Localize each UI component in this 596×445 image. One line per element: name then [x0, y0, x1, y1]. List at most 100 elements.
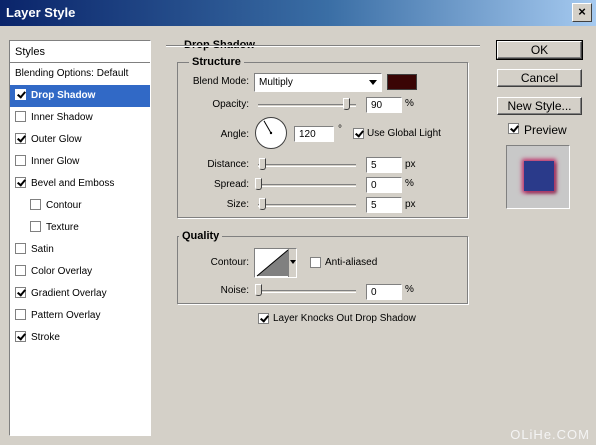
opacity-slider-thumb[interactable]: [343, 98, 351, 110]
size-unit: px: [405, 199, 416, 210]
ok-button[interactable]: OK: [496, 40, 583, 60]
contour-label: Contour:: [210, 257, 249, 268]
styles-item-checkbox[interactable]: [15, 89, 26, 100]
styles-item-label: Bevel and Emboss: [31, 178, 115, 189]
styles-item-gradient-overlay[interactable]: Gradient Overlay: [10, 283, 150, 305]
new-style-button[interactable]: New Style...: [497, 97, 582, 115]
shadow-color-swatch[interactable]: [387, 74, 417, 90]
dialog-body: Styles Blending Options: Default Drop Sha…: [0, 26, 596, 445]
chevron-down-icon: [369, 80, 377, 85]
use-global-light-label[interactable]: Use Global Light: [367, 128, 441, 139]
styles-item-checkbox[interactable]: [15, 243, 26, 254]
spread-input[interactable]: 0: [366, 177, 402, 193]
window-title: Layer Style: [6, 5, 76, 20]
anti-aliased-label[interactable]: Anti-aliased: [325, 257, 377, 268]
styles-item-checkbox[interactable]: [30, 221, 41, 232]
preview-square: [524, 161, 554, 191]
styles-item-inner-glow[interactable]: Inner Glow: [10, 151, 150, 173]
styles-item-label: Contour: [46, 200, 82, 211]
opacity-unit: %: [405, 98, 414, 109]
styles-item-texture[interactable]: Texture: [10, 217, 150, 239]
distance-slider-track[interactable]: [258, 164, 356, 167]
blend-mode-value: Multiply: [259, 77, 293, 88]
styles-item-pattern-overlay[interactable]: Pattern Overlay: [10, 305, 150, 327]
spread-label: Spread:: [213, 179, 249, 190]
contour-picker[interactable]: [254, 248, 297, 278]
styles-item-checkbox[interactable]: [15, 155, 26, 166]
chevron-down-icon: [290, 260, 296, 264]
preview-checkbox[interactable]: [508, 123, 519, 134]
styles-items: Blending Options: Default Drop Shadow Inne…: [10, 63, 150, 349]
preview-thumbnail: [506, 145, 570, 209]
preview-label[interactable]: Preview: [524, 123, 567, 137]
distance-slider-thumb[interactable]: [259, 158, 266, 170]
noise-label: Noise:: [220, 285, 249, 296]
styles-item-label: Blending Options: Default: [15, 68, 129, 79]
opacity-label: Opacity:: [212, 99, 249, 110]
styles-item-checkbox[interactable]: [15, 309, 26, 320]
noise-unit: %: [405, 284, 414, 295]
opacity-slider-track[interactable]: [258, 104, 356, 107]
styles-item-satin[interactable]: Satin: [10, 239, 150, 261]
styles-item-checkbox[interactable]: [15, 265, 26, 276]
size-label: Size:: [226, 199, 249, 210]
size-slider-track[interactable]: [258, 204, 356, 207]
styles-item-bevel-and-emboss[interactable]: Bevel and Emboss: [10, 173, 150, 195]
size-slider-thumb[interactable]: [259, 198, 266, 210]
styles-list: Styles Blending Options: Default Drop Sha…: [9, 40, 151, 436]
layer-knocks-out-label[interactable]: Layer Knocks Out Drop Shadow: [273, 313, 416, 324]
styles-item-stroke[interactable]: Stroke: [10, 327, 150, 349]
styles-item-checkbox[interactable]: [15, 177, 26, 188]
styles-item-label: Outer Glow: [31, 134, 82, 145]
noise-slider-thumb[interactable]: [255, 284, 262, 296]
distance-unit: px: [405, 159, 416, 170]
size-input[interactable]: 5: [366, 197, 402, 213]
styles-item-label: Drop Shadow: [31, 90, 96, 101]
styles-item-label: Color Overlay: [31, 266, 93, 277]
styles-item-drop-shadow[interactable]: Drop Shadow: [10, 85, 150, 107]
styles-item-label: Texture: [46, 222, 79, 233]
noise-input[interactable]: 0: [366, 284, 402, 300]
styles-item-label: Inner Glow: [31, 156, 80, 167]
watermark: OLiHe.COM: [510, 427, 590, 442]
styles-item-checkbox[interactable]: [15, 111, 26, 122]
angle-input[interactable]: 120: [294, 126, 334, 142]
styles-item-label: Pattern Overlay: [31, 310, 101, 321]
blend-mode-label: Blend Mode:: [192, 76, 249, 87]
styles-item-checkbox[interactable]: [15, 133, 26, 144]
opacity-input[interactable]: 90: [366, 97, 402, 113]
styles-item-label: Inner Shadow: [31, 112, 93, 123]
cancel-button[interactable]: Cancel: [497, 69, 582, 87]
blend-mode-select[interactable]: Multiply: [254, 73, 382, 92]
distance-label: Distance:: [207, 159, 249, 170]
styles-header[interactable]: Styles: [10, 41, 150, 63]
styles-item-checkbox[interactable]: [30, 199, 41, 210]
styles-item-outer-glow[interactable]: Outer Glow: [10, 129, 150, 151]
angle-label: Angle:: [220, 129, 249, 140]
styles-item-checkbox[interactable]: [15, 287, 26, 298]
styles-item-contour[interactable]: Contour: [10, 195, 150, 217]
styles-item-inner-shadow[interactable]: Inner Shadow: [10, 107, 150, 129]
spread-slider-thumb[interactable]: [255, 178, 262, 190]
distance-input[interactable]: 5: [366, 157, 402, 173]
title-bar: Layer Style ×: [0, 0, 596, 26]
styles-item-blending-options-default[interactable]: Blending Options: Default: [10, 63, 150, 85]
noise-slider-track[interactable]: [258, 290, 356, 293]
angle-dial[interactable]: [254, 116, 288, 150]
styles-item-color-overlay[interactable]: Color Overlay: [10, 261, 150, 283]
styles-item-label: Satin: [31, 244, 54, 255]
quality-title: Quality: [179, 230, 223, 242]
styles-item-checkbox[interactable]: [15, 331, 26, 342]
contour-dropdown-arrow[interactable]: [288, 249, 296, 277]
styles-item-label: Gradient Overlay: [31, 288, 107, 299]
styles-item-label: Stroke: [31, 332, 60, 343]
angle-unit: °: [338, 124, 342, 135]
drop-shadow-rule: [166, 45, 480, 46]
close-button[interactable]: ×: [572, 3, 592, 22]
layer-knocks-out-checkbox[interactable]: [258, 313, 269, 324]
spread-unit: %: [405, 178, 414, 189]
anti-aliased-checkbox[interactable]: [310, 257, 321, 268]
structure-title: Structure: [189, 56, 244, 68]
use-global-light-checkbox[interactable]: [353, 128, 364, 139]
spread-slider-track[interactable]: [258, 184, 356, 187]
